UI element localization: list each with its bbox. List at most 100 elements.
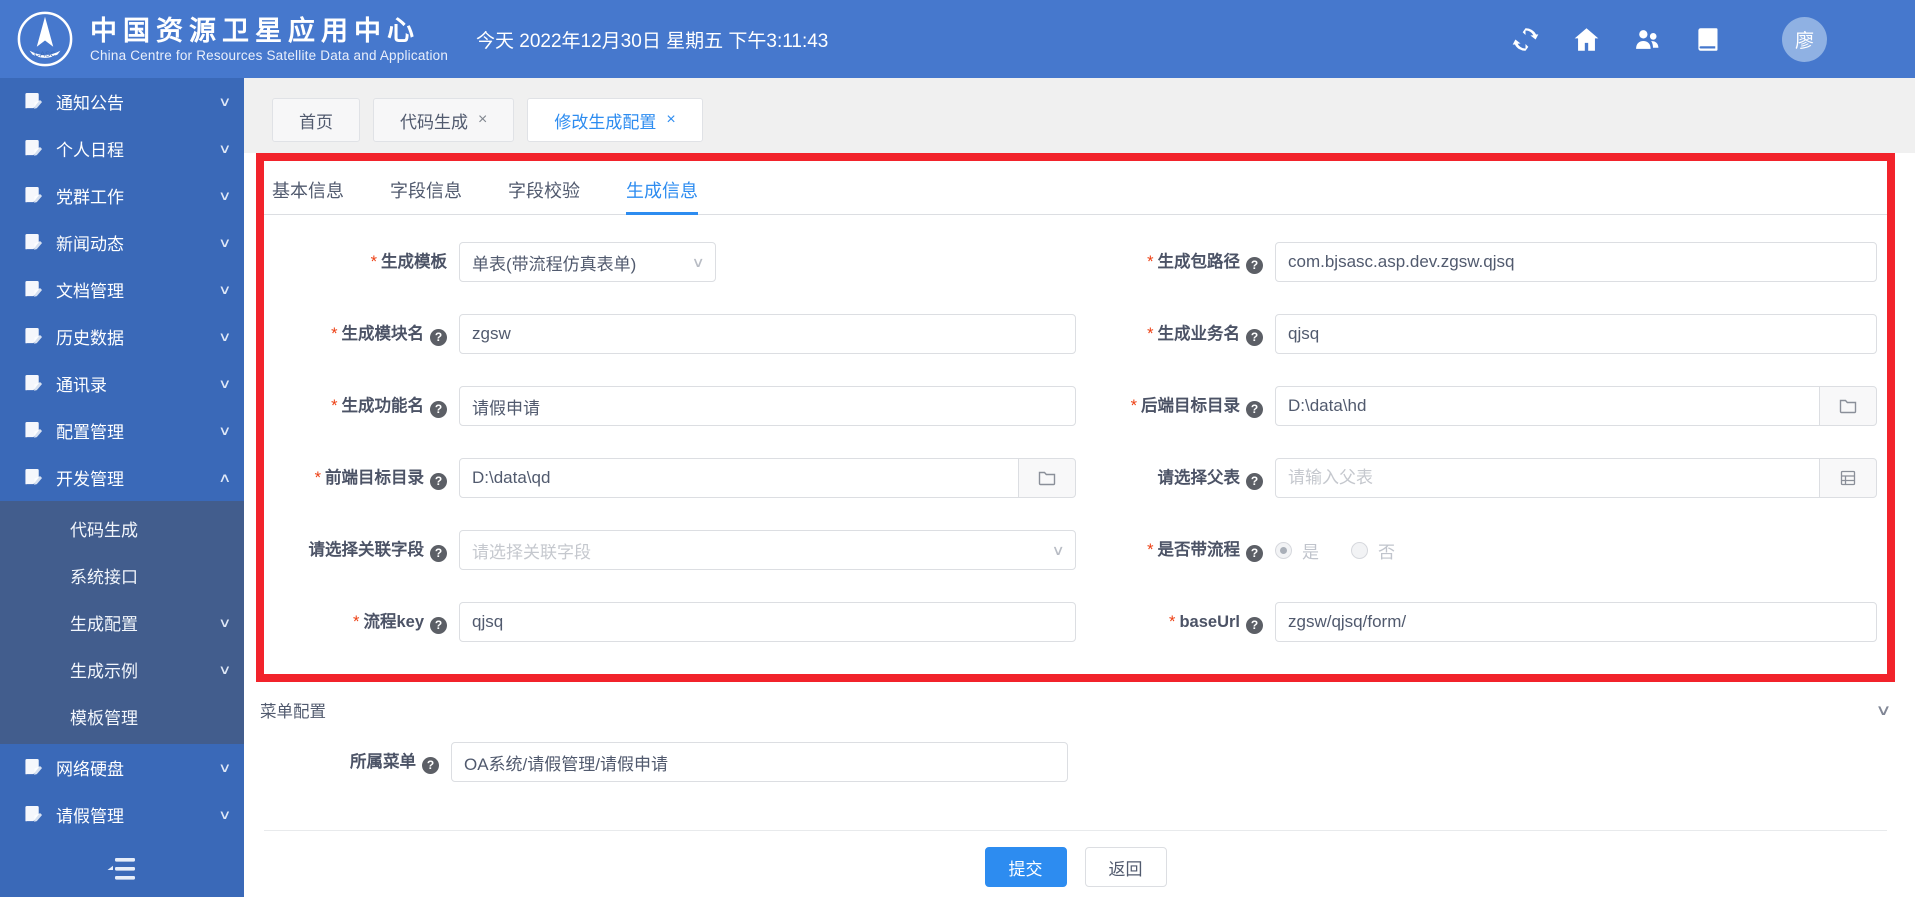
document-edit-icon [25, 92, 43, 109]
menu-path-input[interactable] [451, 742, 1068, 782]
chevron-down-icon: ∨ [218, 93, 232, 109]
sidebar-item-schedule[interactable]: 个人日程 ∨ [0, 125, 244, 172]
help-icon[interactable]: ? [430, 401, 447, 418]
svg-text:CASC: CASC [34, 49, 56, 58]
relation-field-select[interactable]: 请选择关联字段 ∨ [459, 530, 1076, 570]
app-window: CASC 中国资源卫星应用中心 China Centre for Resourc… [0, 0, 1915, 897]
chevron-down-icon: ∨ [218, 328, 232, 344]
help-icon[interactable]: ? [1246, 545, 1263, 562]
chevron-down-icon: ∨ [218, 281, 232, 297]
document-edit-icon [25, 233, 43, 250]
menu-config-row: 所属菜单? [256, 742, 1895, 782]
help-icon[interactable]: ? [430, 473, 447, 490]
field-label-base-url: * baseUrl? [1088, 602, 1263, 642]
document-edit-icon [25, 139, 43, 156]
submit-button[interactable]: 提交 [984, 847, 1067, 887]
sidebar-item-network-disk[interactable]: 网络硬盘 ∨ [0, 744, 244, 791]
help-icon[interactable]: ? [1246, 401, 1263, 418]
submenu-item-system-interface[interactable]: 系统接口 [0, 552, 244, 599]
help-icon[interactable]: ? [1246, 473, 1263, 490]
base-url-input[interactable] [1275, 602, 1877, 642]
chevron-up-icon: ∧ [218, 469, 232, 485]
home-icon[interactable] [1573, 26, 1600, 53]
field-label-with-workflow: * 是否带流程? [1088, 530, 1263, 570]
frontend-dir-input[interactable] [459, 458, 1019, 498]
app-title: 中国资源卫星应用中心 [90, 15, 420, 46]
help-icon[interactable]: ? [1246, 329, 1263, 346]
refresh-icon[interactable] [1512, 26, 1539, 53]
tab-code-generation[interactable]: 代码生成 × [373, 98, 515, 142]
field-label-business-name: * 生成业务名? [1088, 314, 1263, 354]
chevron-down-icon: ∨ [218, 140, 232, 156]
help-icon[interactable]: ? [430, 617, 447, 634]
chevron-down-icon: ∨ [1051, 541, 1065, 558]
field-label-module-name: * 生成模块名? [264, 314, 447, 354]
tab-home[interactable]: 首页 [272, 98, 360, 142]
template-select[interactable]: 单表(带流程仿真表单) ∨ [459, 242, 716, 282]
field-label-function-name: * 生成功能名? [264, 386, 447, 426]
document-edit-icon [25, 468, 43, 485]
user-avatar[interactable]: 廖 [1782, 16, 1827, 62]
content-area: 基本信息 字段信息 字段校验 生成信息 * 生成模板 单表(带流程仿真表单) ∨… [244, 153, 1915, 887]
function-name-input[interactable] [459, 386, 1076, 426]
sidebar-item-notice[interactable]: 通知公告 ∨ [0, 78, 244, 125]
sidebar-collapse-button[interactable] [0, 847, 244, 891]
tab-modify-generation-config[interactable]: 修改生成配置 × [527, 98, 703, 142]
document-edit-icon [25, 327, 43, 344]
help-icon[interactable]: ? [430, 545, 447, 562]
sidebar-item-history-data[interactable]: 历史数据 ∨ [0, 313, 244, 360]
close-icon[interactable]: × [666, 111, 675, 129]
submenu-item-template-mgmt[interactable]: 模板管理 [0, 693, 244, 740]
users-icon[interactable] [1634, 26, 1661, 53]
flow-key-input[interactable] [459, 602, 1076, 642]
sidebar-item-party-work[interactable]: 党群工作 ∨ [0, 172, 244, 219]
chevron-down-icon[interactable]: ∨ [1875, 701, 1891, 719]
sidebar-item-documents[interactable]: 文档管理 ∨ [0, 266, 244, 313]
parent-table-input[interactable] [1275, 458, 1820, 498]
field-label-flow-key: * 流程key? [264, 602, 447, 642]
form-tab-basic-info[interactable]: 基本信息 [272, 177, 344, 214]
backend-dir-folder-button[interactable] [1819, 386, 1877, 426]
chevron-down-icon: ∨ [218, 375, 232, 391]
folder-icon [1038, 471, 1056, 486]
business-name-input[interactable] [1275, 314, 1877, 354]
chevron-down-icon: ∨ [691, 253, 705, 270]
backend-dir-input[interactable] [1275, 386, 1820, 426]
parent-table-select-button[interactable] [1819, 458, 1877, 498]
chevron-down-icon: ∨ [218, 661, 232, 677]
sidebar-item-contacts[interactable]: 通讯录 ∨ [0, 360, 244, 407]
frontend-dir-folder-button[interactable] [1018, 458, 1076, 498]
form-tab-field-validation[interactable]: 字段校验 [508, 177, 580, 214]
form-actions: 提交 返回 [256, 847, 1895, 887]
sidebar-item-dev-mgmt[interactable]: 开发管理 ∧ [0, 454, 244, 501]
submenu-item-code-generation[interactable]: 代码生成 [0, 505, 244, 552]
form-tab-field-info[interactable]: 字段信息 [390, 177, 462, 214]
field-label-parent-table: 请选择父表? [1088, 458, 1263, 498]
close-icon[interactable]: × [478, 111, 487, 129]
highlight-box: 基本信息 字段信息 字段校验 生成信息 * 生成模板 单表(带流程仿真表单) ∨… [256, 153, 1895, 682]
module-name-input[interactable] [459, 314, 1076, 354]
submenu-item-generation-example[interactable]: 生成示例 ∨ [0, 646, 244, 693]
help-icon[interactable]: ? [1246, 617, 1263, 634]
help-icon[interactable]: ? [422, 757, 439, 774]
radio-no[interactable] [1351, 541, 1368, 559]
help-icon[interactable]: ? [430, 329, 447, 346]
form-tab-generation-info[interactable]: 生成信息 [626, 177, 698, 215]
sidebar-item-leave-mgmt[interactable]: 请假管理 ∨ [0, 791, 244, 838]
brand: CASC 中国资源卫星应用中心 China Centre for Resourc… [16, 0, 448, 78]
document-edit-icon [25, 758, 43, 775]
chevron-down-icon: ∨ [218, 187, 232, 203]
submenu-item-generation-config[interactable]: 生成配置 ∨ [0, 599, 244, 646]
help-icon[interactable]: ? [1246, 257, 1263, 274]
document-edit-icon [25, 805, 43, 822]
chevron-down-icon: ∨ [218, 759, 232, 775]
menu-config-title: 菜单配置 [260, 703, 326, 721]
sidebar-item-config-mgmt[interactable]: 配置管理 ∨ [0, 407, 244, 454]
radio-yes[interactable] [1275, 541, 1292, 559]
generation-info-form: * 生成模板 单表(带流程仿真表单) ∨ * 生成包路径? com.bjsasc… [264, 242, 1887, 642]
sidebar-item-news[interactable]: 新闻动态 ∨ [0, 219, 244, 266]
package-path-input[interactable] [1275, 242, 1877, 282]
back-button[interactable]: 返回 [1084, 847, 1167, 887]
book-icon[interactable] [1695, 26, 1722, 53]
chevron-down-icon: ∨ [218, 422, 232, 438]
